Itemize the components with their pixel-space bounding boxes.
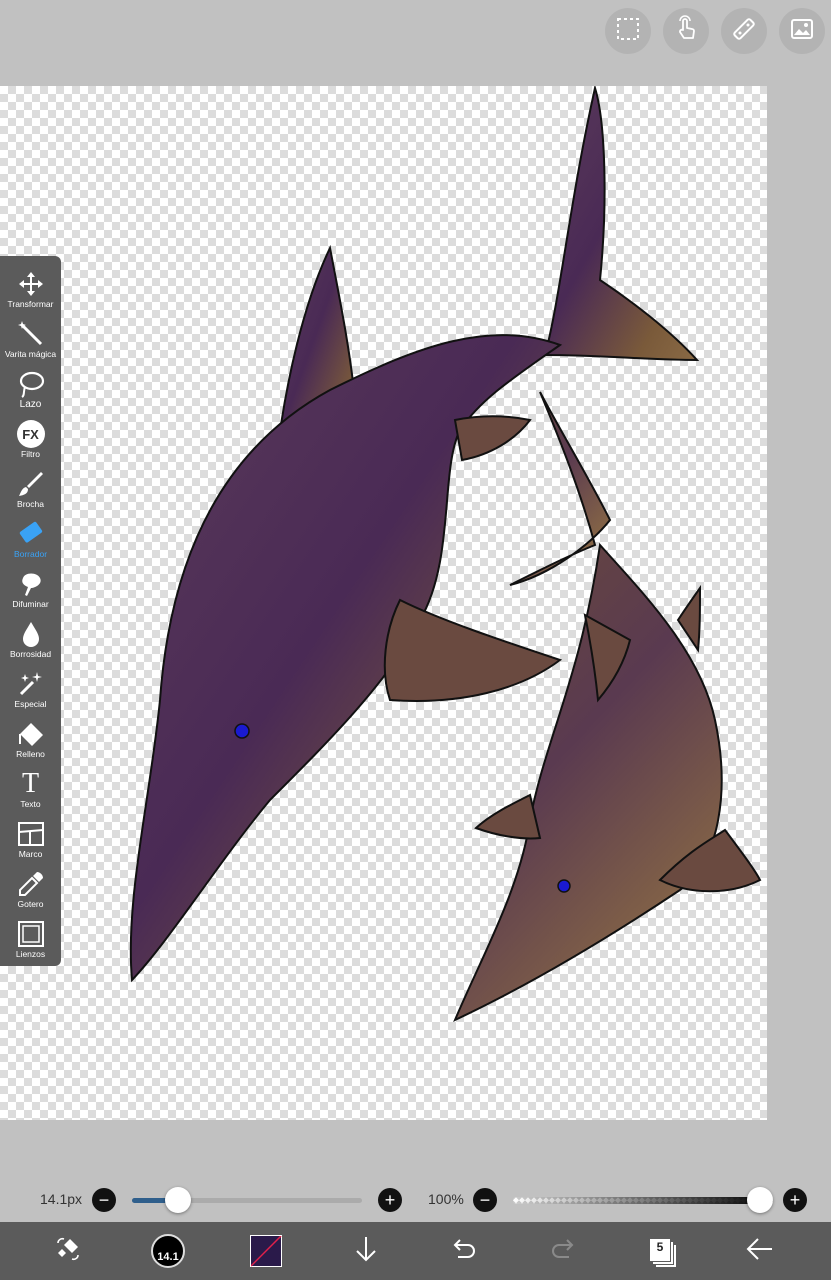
- swap-brush-eraser-button[interactable]: [38, 1222, 98, 1280]
- ruler-icon: [730, 15, 758, 48]
- tool-filter[interactable]: FX Filtro: [0, 412, 61, 462]
- canvas-icon: [17, 920, 45, 948]
- undo-icon: [448, 1233, 480, 1270]
- undo-button[interactable]: [434, 1222, 494, 1280]
- layers-count: 5: [656, 1240, 664, 1254]
- lasso-icon: [17, 370, 45, 398]
- tool-canvas[interactable]: Lienzos: [0, 912, 61, 962]
- tool-frame[interactable]: Marco: [0, 812, 61, 862]
- opacity-value: 100%: [428, 1191, 464, 1207]
- tool-blur[interactable]: Borrosidad: [0, 612, 61, 662]
- arrow-down-icon: [350, 1233, 382, 1270]
- tool-eraser[interactable]: Borrador: [0, 512, 61, 562]
- selection-button[interactable]: [605, 8, 651, 54]
- tool-text[interactable]: T Texto: [0, 762, 61, 812]
- dashed-square-icon: [614, 15, 642, 48]
- swap-tool-icon: [52, 1233, 84, 1270]
- brush-preview-button[interactable]: 14.1: [138, 1222, 198, 1280]
- brush-icon: [17, 470, 45, 498]
- back-button[interactable]: [730, 1222, 790, 1280]
- download-layer-button[interactable]: [336, 1222, 396, 1280]
- image-icon: [788, 15, 816, 48]
- fx-icon: FX: [16, 420, 45, 448]
- tool-special[interactable]: Especial: [0, 662, 61, 712]
- redo-icon: [547, 1233, 579, 1270]
- brush-size-minus-button[interactable]: −: [92, 1188, 116, 1212]
- opacity-minus-button[interactable]: −: [473, 1188, 497, 1212]
- opacity-knob[interactable]: [747, 1187, 773, 1213]
- ichthyosaur-artwork: [129, 86, 762, 1023]
- arrow-left-icon: [744, 1233, 776, 1270]
- layers-icon: 5: [645, 1236, 677, 1268]
- ruler-button[interactable]: [721, 8, 767, 54]
- drawing-canvas[interactable]: [0, 86, 767, 1120]
- hand-pointer-icon: [672, 14, 700, 48]
- tool-smudge[interactable]: Difuminar: [0, 562, 61, 612]
- smudge-icon: [17, 570, 45, 598]
- brush-size-knob[interactable]: [165, 1187, 191, 1213]
- opacity-slider[interactable]: [513, 1187, 773, 1213]
- magic-wand-icon: [17, 320, 45, 348]
- gallery-button[interactable]: [779, 8, 825, 54]
- eyedropper-icon: [17, 870, 45, 898]
- tool-magic-wand[interactable]: Varita mágica: [0, 312, 61, 362]
- frame-icon: [17, 820, 45, 848]
- gesture-button[interactable]: [663, 8, 709, 54]
- tool-panel: Transformar Varita mágica Lazo FX Filtro…: [0, 256, 61, 966]
- opacity-plus-button[interactable]: +: [783, 1188, 807, 1212]
- bottom-toolbar: 14.1 5: [0, 1222, 831, 1280]
- current-color-swatch: [250, 1235, 282, 1267]
- layers-button[interactable]: 5: [630, 1222, 690, 1280]
- brush-size-plus-button[interactable]: +: [378, 1188, 402, 1212]
- sparkle-brush-icon: [17, 670, 45, 698]
- eraser-icon: [17, 520, 45, 548]
- brush-size-preview: 14.1: [151, 1234, 185, 1268]
- redo-button[interactable]: [533, 1222, 593, 1280]
- tool-eyedropper[interactable]: Gotero: [0, 862, 61, 912]
- tool-transform[interactable]: Transformar: [0, 262, 61, 312]
- text-icon: T: [21, 768, 40, 799]
- color-picker-button[interactable]: [236, 1222, 296, 1280]
- tool-brush[interactable]: Brocha: [0, 462, 61, 512]
- tool-fill[interactable]: Relleno: [0, 712, 61, 762]
- brush-size-value: 14.1px: [40, 1191, 83, 1207]
- slider-row: 14.1px − + 100% − +: [0, 1186, 831, 1214]
- brush-size-slider[interactable]: [132, 1187, 362, 1213]
- fill-bucket-icon: [17, 720, 45, 748]
- move-arrows-icon: [17, 270, 45, 298]
- tool-lasso[interactable]: Lazo: [0, 362, 61, 412]
- blur-drop-icon: [17, 620, 45, 648]
